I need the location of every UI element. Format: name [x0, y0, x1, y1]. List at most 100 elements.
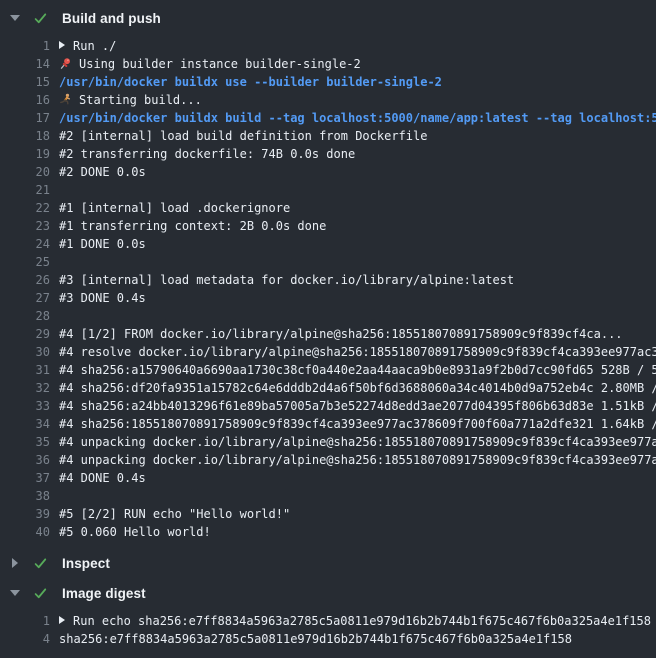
- log-line: 30 #4 resolve docker.io/library/alpine@s…: [0, 343, 656, 361]
- success-check-icon: [33, 11, 48, 26]
- log-line: 17 /usr/bin/docker buildx build --tag lo…: [0, 109, 656, 127]
- success-check-icon: [33, 556, 48, 571]
- line-number[interactable]: 18: [0, 127, 50, 145]
- line-number[interactable]: 30: [0, 343, 50, 361]
- log-line: 16 Starting build...: [0, 91, 656, 109]
- line-content: #1 [internal] load .dockerignore: [59, 199, 290, 217]
- log-section-inspect: Inspect: [0, 548, 656, 578]
- line-text: #2 transferring dockerfile: 74B 0.0s don…: [59, 147, 355, 161]
- line-text: #4 unpacking docker.io/library/alpine@sh…: [59, 453, 656, 467]
- section-header[interactable]: Build and push: [0, 3, 656, 33]
- line-text: sha256:e7ff8834a5963a2785c5a0811e979d16b…: [59, 632, 572, 646]
- line-number[interactable]: 33: [0, 397, 50, 415]
- line-number[interactable]: 32: [0, 379, 50, 397]
- chevron-icon[interactable]: [10, 558, 20, 568]
- line-text: #3 [internal] load metadata for docker.i…: [59, 273, 514, 287]
- line-number[interactable]: 29: [0, 325, 50, 343]
- line-text: #5 0.060 Hello world!: [59, 525, 211, 539]
- line-text: #2 [internal] load build definition from…: [59, 129, 427, 143]
- log-line: 1 Run ./: [0, 37, 656, 55]
- line-content: #2 transferring dockerfile: 74B 0.0s don…: [59, 145, 355, 163]
- line-text: #4 [1/2] FROM docker.io/library/alpine@s…: [59, 327, 623, 341]
- line-content: #4 [1/2] FROM docker.io/library/alpine@s…: [59, 325, 623, 343]
- line-content: Starting build...: [59, 91, 202, 109]
- section-body: 1 Run echo sha256:e7ff8834a5963a2785c5a0…: [0, 608, 656, 655]
- line-number[interactable]: 1: [0, 37, 50, 55]
- line-number[interactable]: 17: [0, 109, 50, 127]
- line-text: #1 transferring context: 2B 0.0s done: [59, 219, 326, 233]
- line-number[interactable]: 36: [0, 451, 50, 469]
- run-expand-icon[interactable]: [59, 616, 65, 624]
- line-content: #4 resolve docker.io/library/alpine@sha2…: [59, 343, 656, 361]
- line-number[interactable]: 14: [0, 55, 50, 73]
- chevron-icon[interactable]: [10, 13, 20, 23]
- line-number[interactable]: 40: [0, 523, 50, 541]
- line-number[interactable]: 37: [0, 469, 50, 487]
- line-text: Starting build...: [79, 93, 202, 107]
- line-number[interactable]: 24: [0, 235, 50, 253]
- section-title: Build and push: [62, 11, 161, 26]
- log-line: 21: [0, 181, 656, 199]
- section-header[interactable]: Inspect: [0, 548, 656, 578]
- line-number[interactable]: 20: [0, 163, 50, 181]
- workflow-log: Build and push 1 Run ./ 14 Using builder…: [0, 0, 656, 655]
- line-content: #4 unpacking docker.io/library/alpine@sh…: [59, 451, 656, 469]
- line-content: #1 DONE 0.0s: [59, 235, 146, 253]
- log-line: 32 #4 sha256:df20fa9351a15782c64e6dddb2d…: [0, 379, 656, 397]
- section-header[interactable]: Image digest: [0, 578, 656, 608]
- line-content: #4 DONE 0.4s: [59, 469, 146, 487]
- line-text: Run echo sha256:e7ff8834a5963a2785c5a081…: [73, 614, 651, 628]
- line-content: #5 0.060 Hello world!: [59, 523, 211, 541]
- line-number[interactable]: 4: [0, 630, 50, 648]
- log-line: 40 #5 0.060 Hello world!: [0, 523, 656, 541]
- line-number[interactable]: 21: [0, 181, 50, 199]
- line-number[interactable]: 22: [0, 199, 50, 217]
- line-number[interactable]: 25: [0, 253, 50, 271]
- line-number[interactable]: 26: [0, 271, 50, 289]
- line-number[interactable]: 34: [0, 415, 50, 433]
- line-number[interactable]: 31: [0, 361, 50, 379]
- log-line: 14 Using builder instance builder-single…: [0, 55, 656, 73]
- line-number[interactable]: 1: [0, 612, 50, 630]
- chevron-icon[interactable]: [10, 588, 20, 598]
- log-line: 28: [0, 307, 656, 325]
- line-text: #2 DONE 0.0s: [59, 165, 146, 179]
- line-text: #4 DONE 0.4s: [59, 471, 146, 485]
- line-number[interactable]: 35: [0, 433, 50, 451]
- line-content: #4 sha256:185518070891758909c9f839cf4ca3…: [59, 415, 656, 433]
- line-content: #2 [internal] load build definition from…: [59, 127, 427, 145]
- line-text: #1 DONE 0.0s: [59, 237, 146, 251]
- line-content: #4 sha256:a24bb4013296f61e89ba57005a7b3e…: [59, 397, 656, 415]
- log-line: 31 #4 sha256:a15790640a6690aa1730c38cf0a…: [0, 361, 656, 379]
- line-text: #4 sha256:a24bb4013296f61e89ba57005a7b3e…: [59, 399, 656, 413]
- log-line: 39 #5 [2/2] RUN echo "Hello world!": [0, 505, 656, 523]
- line-content: #4 sha256:df20fa9351a15782c64e6dddb2d4a6…: [59, 379, 656, 397]
- line-number[interactable]: 27: [0, 289, 50, 307]
- line-number[interactable]: 15: [0, 73, 50, 91]
- line-number[interactable]: 39: [0, 505, 50, 523]
- log-line: 38: [0, 487, 656, 505]
- line-number[interactable]: 28: [0, 307, 50, 325]
- line-content: /usr/bin/docker buildx use --builder bui…: [59, 73, 442, 91]
- line-content: #4 sha256:a15790640a6690aa1730c38cf0a440…: [59, 361, 656, 379]
- line-number[interactable]: 38: [0, 487, 50, 505]
- line-text: #4 resolve docker.io/library/alpine@sha2…: [59, 345, 656, 359]
- log-line: 18 #2 [internal] load build definition f…: [0, 127, 656, 145]
- line-number[interactable]: 23: [0, 217, 50, 235]
- line-number[interactable]: 19: [0, 145, 50, 163]
- line-text: Using builder instance builder-single-2: [79, 57, 361, 71]
- log-line: 27 #3 DONE 0.4s: [0, 289, 656, 307]
- line-text: #4 sha256:df20fa9351a15782c64e6dddb2d4a6…: [59, 381, 656, 395]
- log-line: 23 #1 transferring context: 2B 0.0s done: [0, 217, 656, 235]
- line-text: #4 unpacking docker.io/library/alpine@sh…: [59, 435, 656, 449]
- line-content: #3 [internal] load metadata for docker.i…: [59, 271, 514, 289]
- line-text: #4 sha256:a15790640a6690aa1730c38cf0a440…: [59, 363, 656, 377]
- run-expand-icon[interactable]: [59, 41, 65, 49]
- line-content: #1 transferring context: 2B 0.0s done: [59, 217, 326, 235]
- line-content: Using builder instance builder-single-2: [59, 55, 361, 73]
- log-line: 15 /usr/bin/docker buildx use --builder …: [0, 73, 656, 91]
- line-content: #4 unpacking docker.io/library/alpine@sh…: [59, 433, 656, 451]
- line-number[interactable]: 16: [0, 91, 50, 109]
- line-content: /usr/bin/docker buildx build --tag local…: [59, 109, 656, 127]
- line-text: /usr/bin/docker buildx use --builder bui…: [59, 75, 442, 89]
